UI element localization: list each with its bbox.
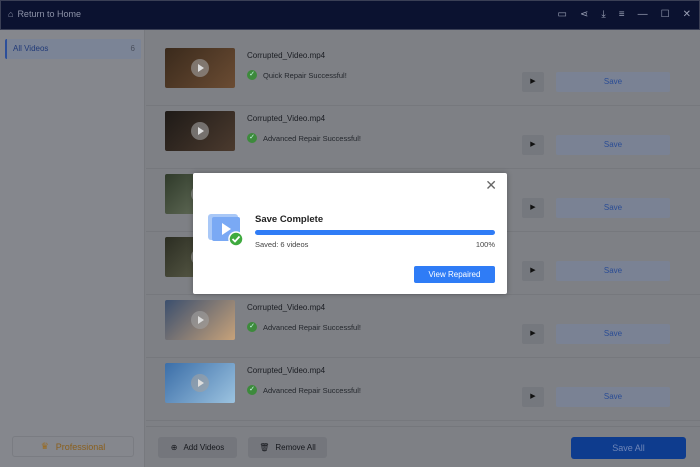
open-folder-button[interactable]: ▶: [522, 387, 544, 407]
plus-circle-icon: ⊕: [170, 443, 178, 452]
download-icon[interactable]: ⤓: [601, 9, 605, 20]
sidebar: All Videos 6: [0, 30, 145, 467]
dialog-close-icon[interactable]: ✕: [485, 177, 497, 194]
video-name: Corrupted_Video.mp4: [247, 114, 326, 123]
play-icon[interactable]: [191, 374, 209, 392]
video-row: Corrupted_Video.mp4 ✓ Quick Repair Succes…: [146, 43, 700, 106]
play-icon[interactable]: [191, 311, 209, 329]
repair-status: ✓ Advanced Repair Successful!: [247, 322, 361, 332]
menu-icon[interactable]: ≡: [619, 9, 625, 20]
feedback-icon[interactable]: ▭: [558, 9, 567, 20]
check-circle-icon: ✓: [247, 133, 257, 143]
progress-percent: 100%: [475, 240, 495, 249]
repair-status: ✓ Quick Repair Successful!: [247, 70, 347, 80]
open-folder-button[interactable]: ▶: [522, 198, 544, 218]
footer: ⊕ Add Videos 🗑 Remove All Save All: [146, 426, 700, 467]
check-circle-icon: ✓: [247, 385, 257, 395]
save-all-button[interactable]: Save All: [571, 437, 686, 459]
check-circle-icon: ✓: [247, 322, 257, 332]
trash-icon: 🗑: [259, 443, 270, 452]
saved-count: Saved: 6 videos: [255, 240, 309, 249]
maximize-icon[interactable]: ☐: [661, 9, 670, 20]
view-repaired-button[interactable]: View Repaired: [414, 266, 495, 283]
close-icon[interactable]: ✕: [683, 9, 691, 20]
video-thumbnail[interactable]: [165, 363, 235, 403]
video-name: Corrupted_Video.mp4: [247, 366, 326, 375]
video-row: Corrupted_Video.mp4 ✓ Advanced Repair Suc…: [146, 358, 700, 421]
video-thumbnail[interactable]: [165, 48, 235, 88]
video-name: Corrupted_Video.mp4: [247, 51, 326, 60]
open-folder-button[interactable]: ▶: [522, 135, 544, 155]
open-folder-button[interactable]: ▶: [522, 261, 544, 281]
progress-bar: [255, 230, 495, 235]
share-icon[interactable]: ⋖: [580, 9, 588, 20]
save-button[interactable]: Save: [556, 72, 670, 92]
video-thumbnail[interactable]: [165, 300, 235, 340]
crown-icon: ♛: [40, 441, 49, 451]
video-folder-icon: [208, 214, 244, 246]
play-icon[interactable]: [191, 122, 209, 140]
video-row: Corrupted_Video.mp4 ✓ Advanced Repair Suc…: [146, 295, 700, 358]
save-button[interactable]: Save: [556, 135, 670, 155]
check-circle-icon: ✓: [247, 70, 257, 80]
video-row: Corrupted_Video.mp4 ✓ Advanced Repair Suc…: [146, 106, 700, 169]
repair-status: ✓ Advanced Repair Successful!: [247, 385, 361, 395]
repair-status: ✓ Advanced Repair Successful!: [247, 133, 361, 143]
video-thumbnail[interactable]: [165, 111, 235, 151]
remove-all-button[interactable]: 🗑 Remove All: [248, 437, 327, 458]
save-button[interactable]: Save: [556, 261, 670, 281]
video-name: Corrupted_Video.mp4: [247, 303, 326, 312]
open-folder-button[interactable]: ▶: [522, 324, 544, 344]
sidebar-item-all-videos[interactable]: All Videos 6: [5, 39, 141, 59]
professional-button[interactable]: ♛ Professional: [12, 436, 134, 457]
save-button[interactable]: Save: [556, 387, 670, 407]
title-bar: ⌂ Return to Home ▭ ⋖ ⤓ ≡ — ☐ ✕: [0, 0, 700, 30]
home-icon: ⌂: [8, 9, 14, 19]
dialog-title: Save Complete: [255, 214, 324, 225]
save-complete-dialog: ✕ Save Complete Saved: 6 videos 100% Vie…: [193, 173, 507, 294]
save-button[interactable]: Save: [556, 198, 670, 218]
open-folder-button[interactable]: ▶: [522, 72, 544, 92]
add-videos-button[interactable]: ⊕ Add Videos: [158, 437, 237, 458]
return-home-button[interactable]: ⌂ Return to Home: [8, 9, 81, 19]
minimize-icon[interactable]: —: [638, 9, 648, 20]
play-icon[interactable]: [191, 59, 209, 77]
save-button[interactable]: Save: [556, 324, 670, 344]
